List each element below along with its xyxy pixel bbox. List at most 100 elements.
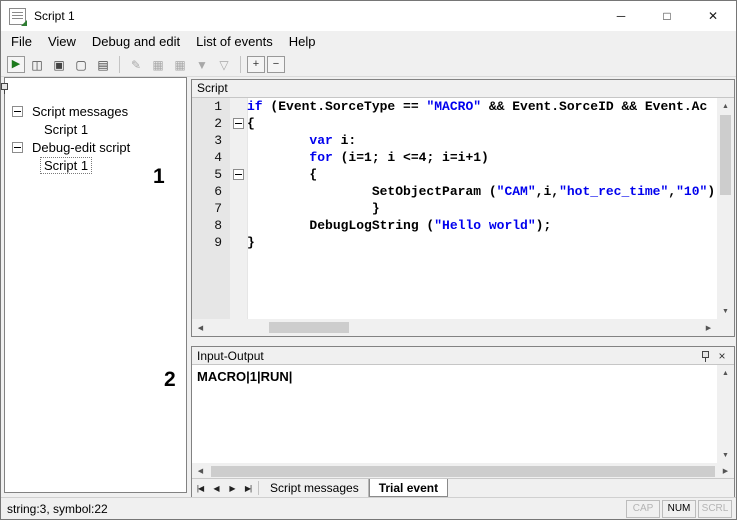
tree-item-label[interactable]: Script 1 [40,121,92,138]
edit-pencil-button[interactable]: ✎ [126,56,146,74]
code-line[interactable]: 5 { [192,166,717,183]
scroll-down-icon[interactable]: ▼ [717,447,734,463]
scrollbar-thumb[interactable] [720,115,731,195]
filter-down-button[interactable]: ▼ [192,56,212,74]
line-number: 9 [192,234,230,251]
collapse-all-icon: − [273,58,279,71]
tab-nav-button-1[interactable]: ◀ [208,479,224,497]
annotation-marker-1: 1 [153,165,165,189]
windows-icon: ◫ [31,58,42,72]
scroll-left-icon[interactable]: ◀ [192,320,209,336]
filter-icon: ▽ [219,58,228,72]
save-button[interactable]: ▣ [49,56,69,74]
fold-collapse-icon[interactable] [233,118,244,129]
fold-cell [230,183,247,200]
fold-cell [230,149,247,166]
filter-down-icon: ▼ [196,58,208,72]
tree-item-label[interactable]: Debug-edit script [28,139,134,156]
expand-all-button[interactable]: + [247,56,265,73]
fold-cell [230,217,247,234]
fold-cell [230,200,247,217]
scrollbar-thumb[interactable] [211,466,715,477]
grid-large-button[interactable]: ▦ [170,56,190,74]
line-number: 8 [192,217,230,234]
menu-help[interactable]: Help [281,31,324,53]
code-text: for (i=1; i <=4; i=i+1) [247,149,717,166]
code-line[interactable]: 2{ [192,115,717,132]
menu-list-of-events[interactable]: List of events [188,31,281,53]
editor-vertical-scrollbar[interactable]: ▲ ▼ [717,98,734,319]
code-line[interactable]: 9} [192,234,717,251]
scrollbar-track[interactable] [209,319,700,336]
document-lines-button[interactable]: ▤ [93,56,113,74]
code-line[interactable]: 6 SetObjectParam ("CAM",i,"hot_rec_time"… [192,183,717,200]
nav-separator [258,481,259,495]
toolbar: ▶ ◫ ▣ ▢▤ ✎ ▦ ▦ ▼ ▽ +− [1,53,736,77]
tree-item-debug-edit-script[interactable]: Debug-edit script [5,138,186,156]
tree-item-script-messages[interactable]: Script messages [5,102,186,120]
script-tree-panel: Script messagesScript 1Debug-edit script… [4,77,187,493]
code-area[interactable]: 1if (Event.SorceType == "MACRO" && Event… [192,98,717,319]
tab-nav-button-3[interactable]: ▶| [240,479,256,497]
window-title: Script 1 [34,9,75,23]
fold-cell [230,98,247,115]
close-button[interactable]: ✕ [690,1,736,31]
editor-horizontal-scrollbar[interactable]: ◀ ▶ [192,319,717,336]
tab-script-messages[interactable]: Script messages [261,479,369,497]
fold-cell [230,166,247,183]
fold-collapse-icon[interactable] [233,169,244,180]
cursor-position-text: string:3, symbol:22 [5,502,624,516]
tree-item-label[interactable]: Script messages [28,103,132,120]
line-number: 3 [192,132,230,149]
scrollbar-thumb[interactable] [269,322,349,333]
run-script-button[interactable]: ▶ [7,56,25,73]
pin-icon[interactable] [700,350,711,362]
scroll-right-icon[interactable]: ▶ [717,463,734,478]
scroll-left-icon[interactable]: ◀ [192,463,209,478]
close-pane-icon[interactable]: × [715,349,729,363]
maximize-button[interactable]: □ [644,1,690,31]
pin-icon[interactable] [0,82,10,94]
grid-small-button[interactable]: ▦ [148,56,168,74]
tab-trial-event[interactable]: Trial event [369,479,448,497]
tab-nav-button-0[interactable]: |◀ [192,479,208,497]
save-icon: ▣ [53,58,64,72]
tree-expander-icon[interactable] [12,142,23,153]
minimize-button[interactable]: ─ [598,1,644,31]
io-vertical-scrollbar[interactable]: ▲ ▼ [717,365,734,463]
fold-cell [230,132,247,149]
code-line[interactable]: 4 for (i=1; i <=4; i=i+1) [192,149,717,166]
io-horizontal-scrollbar[interactable]: ◀ ▶ [192,463,734,478]
filter-button[interactable]: ▽ [214,56,234,74]
code-line[interactable]: 1if (Event.SorceType == "MACRO" && Event… [192,98,717,115]
scrollbar-track[interactable] [209,463,717,478]
tree-item-script-1[interactable]: Script 1 [5,120,186,138]
collapse-all-button[interactable]: − [267,56,285,73]
keyboard-toggles: CAPNUMSCRL [624,500,732,518]
menu-file[interactable]: File [3,31,40,53]
tab-nav-button-2[interactable]: ▶ [224,479,240,497]
fold-cell [230,115,247,132]
menu-view[interactable]: View [40,31,84,53]
code-text: { [247,115,717,132]
scroll-down-icon[interactable]: ▼ [717,303,734,319]
menu-bar: FileViewDebug and editList of eventsHelp [1,31,736,53]
code-line[interactable]: 8 DebugLogString ("Hello world"); [192,217,717,234]
input-output-content[interactable]: MACRO|1|RUN| ▲ ▼ [192,365,734,463]
code-line[interactable]: 3 var i: [192,132,717,149]
new-document-button[interactable]: ▢ [71,56,91,74]
scroll-up-icon[interactable]: ▲ [717,365,734,381]
tree-item-label[interactable]: Script 1 [40,157,92,174]
scrollbar-corner [717,319,734,336]
input-output-panel: Input-Output × MACRO|1|RUN| ▲ ▼ ◀ ▶ |◀◀▶… [191,346,735,498]
scroll-up-icon[interactable]: ▲ [717,98,734,114]
windows-button[interactable]: ◫ [27,56,47,74]
scroll-right-icon[interactable]: ▶ [700,320,717,336]
fold-cell [230,234,247,251]
code-text: { [247,166,717,183]
tree-expander-icon[interactable] [12,106,23,117]
menu-debug-and-edit[interactable]: Debug and edit [84,31,188,53]
code-editor[interactable]: 1if (Event.SorceType == "MACRO" && Event… [192,98,734,336]
code-line[interactable]: 7 } [192,200,717,217]
grid-small-icon: ▦ [152,58,163,72]
